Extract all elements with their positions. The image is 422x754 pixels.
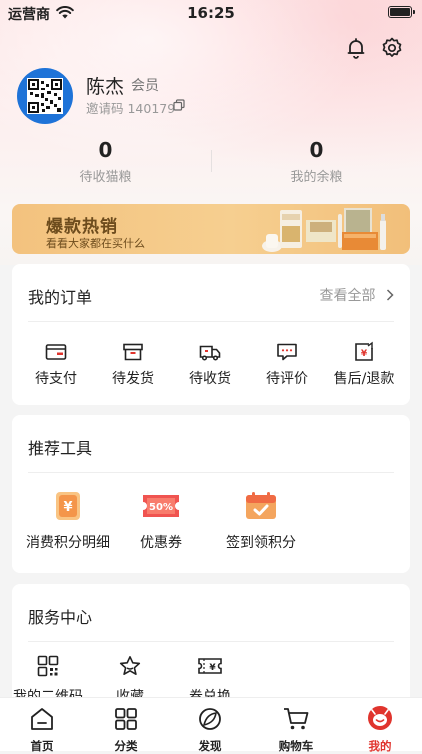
svg-text:¥: ¥: [63, 500, 72, 515]
bell-icon[interactable]: [344, 36, 368, 60]
stat-pending-food[interactable]: 0 待收猫粮: [0, 138, 211, 185]
banner-subtitle: 看看大家都在买什么: [46, 237, 145, 250]
stat-value: 0: [309, 138, 324, 162]
cart-icon: [284, 708, 309, 730]
tool-label: 优惠券: [140, 535, 182, 551]
banner-products-image: [262, 208, 386, 252]
chevron-right-icon: [386, 289, 394, 301]
tab-label: 首页: [30, 739, 54, 753]
order-status-to-ship[interactable]: 待发货: [101, 340, 165, 388]
avatar-qr-image: [27, 78, 63, 114]
tool-checkin[interactable]: 签到领积分: [216, 490, 306, 552]
tool-label: 签到领积分: [226, 535, 296, 551]
tab-label: 我的: [368, 739, 392, 753]
order-status-pending-payment[interactable]: 待支付: [24, 340, 88, 388]
wallet-icon: [45, 344, 67, 360]
discover-icon: [199, 708, 221, 730]
view-all-label: 查看全部: [319, 288, 376, 304]
stat-value: 0: [98, 138, 113, 162]
order-status-to-review[interactable]: 待评价: [255, 340, 319, 388]
star-icon: [119, 656, 141, 675]
battery-icon: [388, 6, 415, 18]
order-status-label: 待评价: [266, 371, 308, 387]
order-status-label: 待支付: [35, 371, 77, 387]
checkin-calendar-icon: [246, 492, 276, 519]
orders-divider: [28, 321, 394, 322]
tool-label: 消费积分明细: [26, 535, 110, 551]
points-coin-icon: ¥: [56, 492, 80, 520]
order-status-label: 售后/退款: [333, 371, 395, 387]
svg-text:¥: ¥: [209, 663, 216, 673]
tab-profile[interactable]: 我的: [338, 698, 422, 754]
tools-divider: [28, 472, 394, 473]
svg-text:¥: ¥: [361, 349, 368, 359]
comment-icon: [277, 343, 297, 361]
gear-icon[interactable]: [380, 36, 404, 60]
hot-sale-banner[interactable]: 爆款热销 看看大家都在买什么: [12, 204, 410, 254]
coupon-icon: 50%: [143, 495, 179, 517]
order-status-label: 待发货: [112, 371, 154, 387]
tool-points-detail[interactable]: ¥ 消费积分明细: [20, 490, 116, 552]
voucher-exchange-icon: ¥: [198, 658, 222, 674]
tab-home[interactable]: 首页: [0, 698, 84, 754]
member-level: 会员: [131, 78, 159, 94]
recommended-tools-card: 推荐工具 ¥ 消费积分明细 50% 优惠券 签到领积分: [12, 415, 410, 573]
stat-label: 待收猫粮: [79, 170, 132, 185]
copy-icon[interactable]: [173, 99, 185, 111]
box-icon: [123, 343, 143, 361]
tab-category[interactable]: 分类: [84, 698, 168, 754]
banner-title: 爆款热销: [46, 217, 118, 237]
order-status-label: 待收货: [189, 371, 231, 387]
status-bar: 运营商 16:25: [0, 0, 422, 26]
services-divider: [28, 641, 394, 642]
bottom-tab-bar: 首页 分类 发现 购物车 我的: [0, 697, 422, 754]
home-icon: [31, 708, 53, 730]
user-name: 陈杰: [86, 76, 125, 98]
service-center-card: 服务中心 我的二维码 收藏 ¥ 卷兑换: [12, 584, 410, 714]
profile-icon: [368, 706, 392, 730]
coupon-badge: 50%: [149, 502, 173, 513]
view-all-orders-link[interactable]: 查看全部: [320, 285, 394, 305]
order-status-after-sales[interactable]: ¥ 售后/退款: [328, 340, 400, 388]
tab-label: 发现: [198, 739, 222, 753]
tools-title: 推荐工具: [28, 439, 93, 458]
orders-title: 我的订单: [28, 288, 93, 307]
qrcode-icon: [37, 655, 59, 677]
stat-label: 我的余粮: [290, 170, 343, 185]
services-title: 服务中心: [28, 608, 93, 627]
invite-code: 邀请码 140179: [86, 101, 176, 116]
stat-balance[interactable]: 0 我的余粮: [211, 138, 422, 185]
category-icon: [115, 708, 137, 730]
tab-label: 购物车: [278, 739, 314, 753]
orders-card: 我的订单 查看全部 待支付 待发货 待收货 待评价 ¥ 售后/退款: [12, 264, 410, 405]
refund-icon: ¥: [355, 341, 373, 361]
order-status-to-receive[interactable]: 待收货: [178, 340, 242, 388]
avatar[interactable]: [17, 68, 73, 124]
tab-discover[interactable]: 发现: [168, 698, 252, 754]
tab-label: 分类: [114, 739, 138, 753]
tab-cart[interactable]: 购物车: [254, 698, 338, 754]
tool-coupons[interactable]: 50% 优惠券: [118, 490, 204, 552]
truck-icon: [199, 345, 221, 361]
clock: 16:25: [187, 4, 235, 22]
